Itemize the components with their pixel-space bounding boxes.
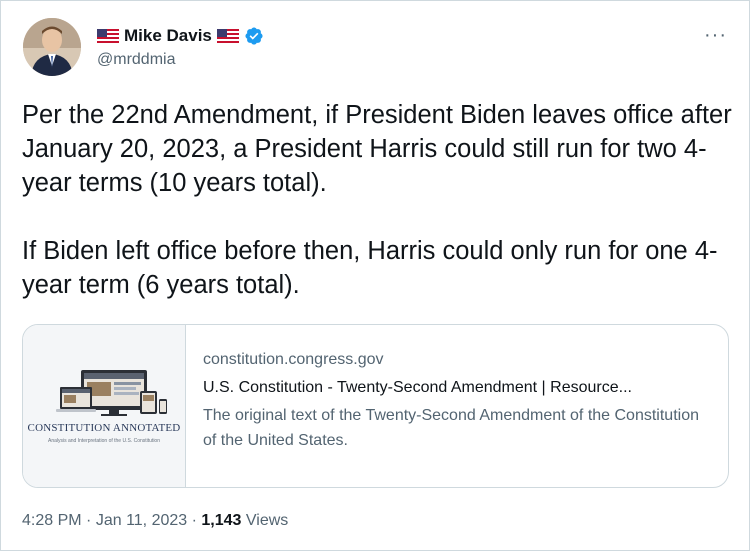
link-card-thumbnail: CONSTITUTION ANNOTATED Analysis and Inte… xyxy=(23,325,186,487)
meta-separator: · xyxy=(86,512,92,529)
link-card-domain: constitution.congress.gov xyxy=(203,351,384,368)
us-flag-icon xyxy=(97,28,119,43)
views-label: Views xyxy=(245,512,289,529)
views-count: 1,143 xyxy=(201,512,242,529)
link-card-description: The original text of the Twenty-Second A… xyxy=(203,407,699,449)
tweet: Mike Davis @mrddmia ··· Per the 22nd Ame… xyxy=(0,0,750,551)
author-handle[interactable]: @mrddmia xyxy=(97,50,264,70)
more-options-icon[interactable]: ··· xyxy=(704,25,727,45)
link-card[interactable]: CONSTITUTION ANNOTATED Analysis and Inte… xyxy=(22,324,729,488)
author-info: Mike Davis @mrddmia xyxy=(97,25,264,70)
tweet-time[interactable]: 4:28 PM xyxy=(22,512,82,529)
avatar-image xyxy=(23,18,81,76)
verified-badge-icon[interactable] xyxy=(244,26,264,46)
tweet-date[interactable]: Jan 11, 2023 xyxy=(96,512,187,529)
tweet-text: Per the 22nd Amendment, if President Bid… xyxy=(22,98,732,302)
tweet-paragraph: If Biden left office before then, Harris… xyxy=(22,237,718,299)
author-name[interactable]: Mike Davis xyxy=(124,25,212,47)
tweet-meta: 4:28 PM · Jan 11, 2023 · 1,143 Views xyxy=(22,510,288,532)
thumbnail-brand-text: CONSTITUTION ANNOTATED xyxy=(27,422,181,434)
tweet-paragraph: Per the 22nd Amendment, if President Bid… xyxy=(22,101,732,197)
avatar[interactable] xyxy=(23,18,81,76)
thumbnail-subtitle-text: Analysis and Interpretation of the U.S. … xyxy=(47,438,160,444)
meta-separator: · xyxy=(191,512,197,529)
link-card-title[interactable]: U.S. Constitution - Twenty-Second Amendm… xyxy=(203,375,703,400)
tweet-header: Mike Davis @mrddmia xyxy=(23,18,264,76)
link-card-text: constitution.congress.gov U.S. Constitut… xyxy=(186,325,703,487)
device-mockup-icon xyxy=(56,370,167,416)
us-flag-icon xyxy=(216,28,239,43)
author-name-row: Mike Davis xyxy=(97,25,264,47)
